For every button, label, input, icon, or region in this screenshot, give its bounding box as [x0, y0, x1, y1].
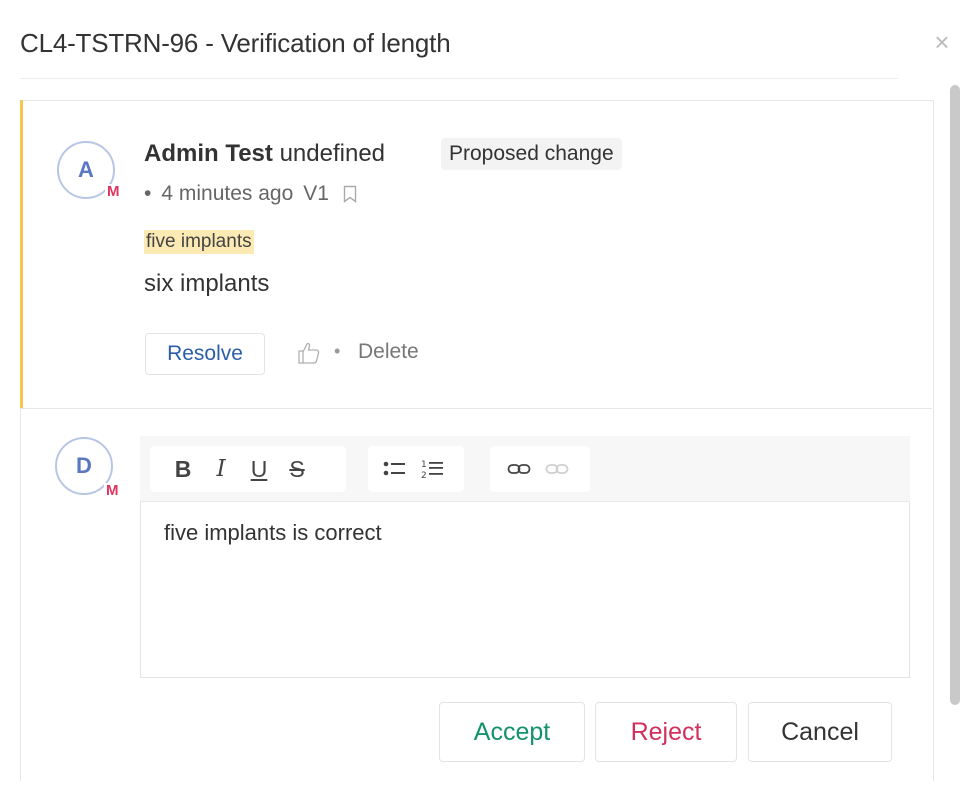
- underline-button[interactable]: U: [240, 449, 278, 489]
- cancel-button[interactable]: Cancel: [748, 702, 892, 762]
- status-badge: Proposed change: [441, 138, 622, 170]
- reject-button[interactable]: Reject: [595, 702, 737, 762]
- close-icon[interactable]: ×: [930, 29, 954, 55]
- bulleted-list-icon[interactable]: [376, 449, 414, 489]
- avatar-badge: M: [105, 183, 122, 200]
- block-divider: [20, 408, 932, 409]
- timestamp: 4 minutes ago: [161, 182, 294, 205]
- proposed-new-text: six implants: [144, 270, 270, 297]
- scrollbar-thumb[interactable]: [950, 85, 960, 705]
- delete-link[interactable]: Delete: [358, 340, 419, 364]
- text-format-group: B I U S: [150, 446, 346, 492]
- title-divider: [20, 78, 898, 79]
- reply-text[interactable]: five implants is correct: [164, 520, 382, 546]
- link-group: [490, 446, 590, 492]
- meta-bullet: •: [144, 182, 152, 205]
- editor-toolbar: B I U S 1 2: [140, 436, 910, 502]
- numbered-list-icon[interactable]: 1 2: [414, 449, 452, 489]
- resolve-button[interactable]: Resolve: [145, 333, 265, 375]
- bookmark-icon[interactable]: [343, 185, 357, 203]
- svg-text:1: 1: [421, 460, 427, 470]
- version-label: V1: [303, 182, 329, 205]
- avatar-initial: D: [76, 453, 92, 478]
- comment-author-line: Admin Test undefined: [144, 140, 385, 168]
- author-suffix: undefined: [279, 140, 386, 167]
- accept-button[interactable]: Accept: [439, 702, 585, 762]
- italic-button[interactable]: I: [202, 449, 240, 489]
- author-name: Admin Test: [144, 140, 273, 167]
- svg-text:2: 2: [421, 471, 427, 480]
- link-icon[interactable]: [500, 449, 538, 489]
- bold-button[interactable]: B: [164, 449, 202, 489]
- thumbs-up-icon[interactable]: [296, 340, 322, 366]
- strikethrough-button[interactable]: S: [278, 449, 316, 489]
- proposed-old-text: five implants: [144, 230, 254, 254]
- comment-accent-bar: [20, 100, 23, 408]
- comment-meta: • 4 minutes ago V1: [144, 182, 357, 206]
- action-separator: •: [334, 341, 341, 361]
- unlink-icon[interactable]: [538, 449, 576, 489]
- dialog-title: CL4-TSTRN-96 - Verification of length: [20, 28, 451, 58]
- avatar-initial: A: [78, 157, 94, 182]
- avatar-badge: M: [104, 482, 121, 499]
- list-group: 1 2: [368, 446, 464, 492]
